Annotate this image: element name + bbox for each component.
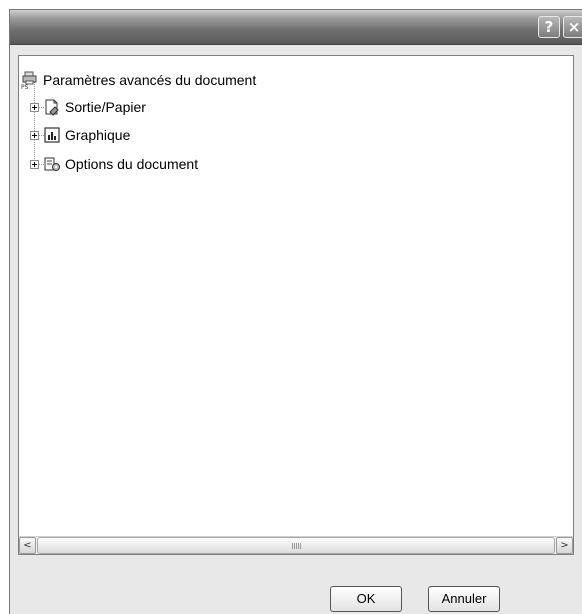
tree-item-sortie-papier[interactable]: Sortie/Papier: [30, 97, 146, 117]
scroll-left-button[interactable]: <: [19, 537, 36, 554]
expand-toggle[interactable]: [30, 102, 39, 112]
tree-item-label: Graphique: [65, 127, 131, 143]
horizontal-scrollbar[interactable]: < >: [19, 536, 573, 554]
advanced-options-tree[interactable]: PS Paramètres avancés du document Sortie…: [18, 55, 574, 555]
svg-text:PS: PS: [21, 84, 29, 89]
expand-toggle[interactable]: [30, 159, 39, 169]
thumb-grip-icon: [292, 543, 301, 549]
graphics-chart-icon: [43, 126, 61, 144]
help-button[interactable]: ?: [538, 16, 560, 38]
document-options-icon: [43, 155, 61, 173]
expand-toggle[interactable]: [30, 130, 39, 140]
paper-output-icon: [43, 98, 61, 116]
tree-root-item[interactable]: PS Paramètres avancés du document: [21, 70, 257, 91]
printer-ps-icon: PS: [21, 71, 39, 91]
tree-item-label: Options du document: [65, 156, 199, 172]
tree-root-label: Paramètres avancés du document: [43, 72, 257, 88]
close-button[interactable]: ×: [563, 16, 582, 38]
ok-button[interactable]: OK: [330, 586, 402, 612]
cancel-button[interactable]: Annuler: [428, 586, 500, 612]
tree-item-graphique[interactable]: Graphique: [30, 125, 130, 145]
tree-view: PS Paramètres avancés du document Sortie…: [19, 56, 573, 536]
scroll-right-button[interactable]: >: [556, 537, 573, 554]
tree-item-options-document[interactable]: Options du document: [30, 154, 198, 174]
title-bar[interactable]: ? ×: [10, 10, 582, 45]
scroll-thumb[interactable]: [37, 537, 555, 554]
tree-item-label: Sortie/Papier: [65, 99, 146, 115]
